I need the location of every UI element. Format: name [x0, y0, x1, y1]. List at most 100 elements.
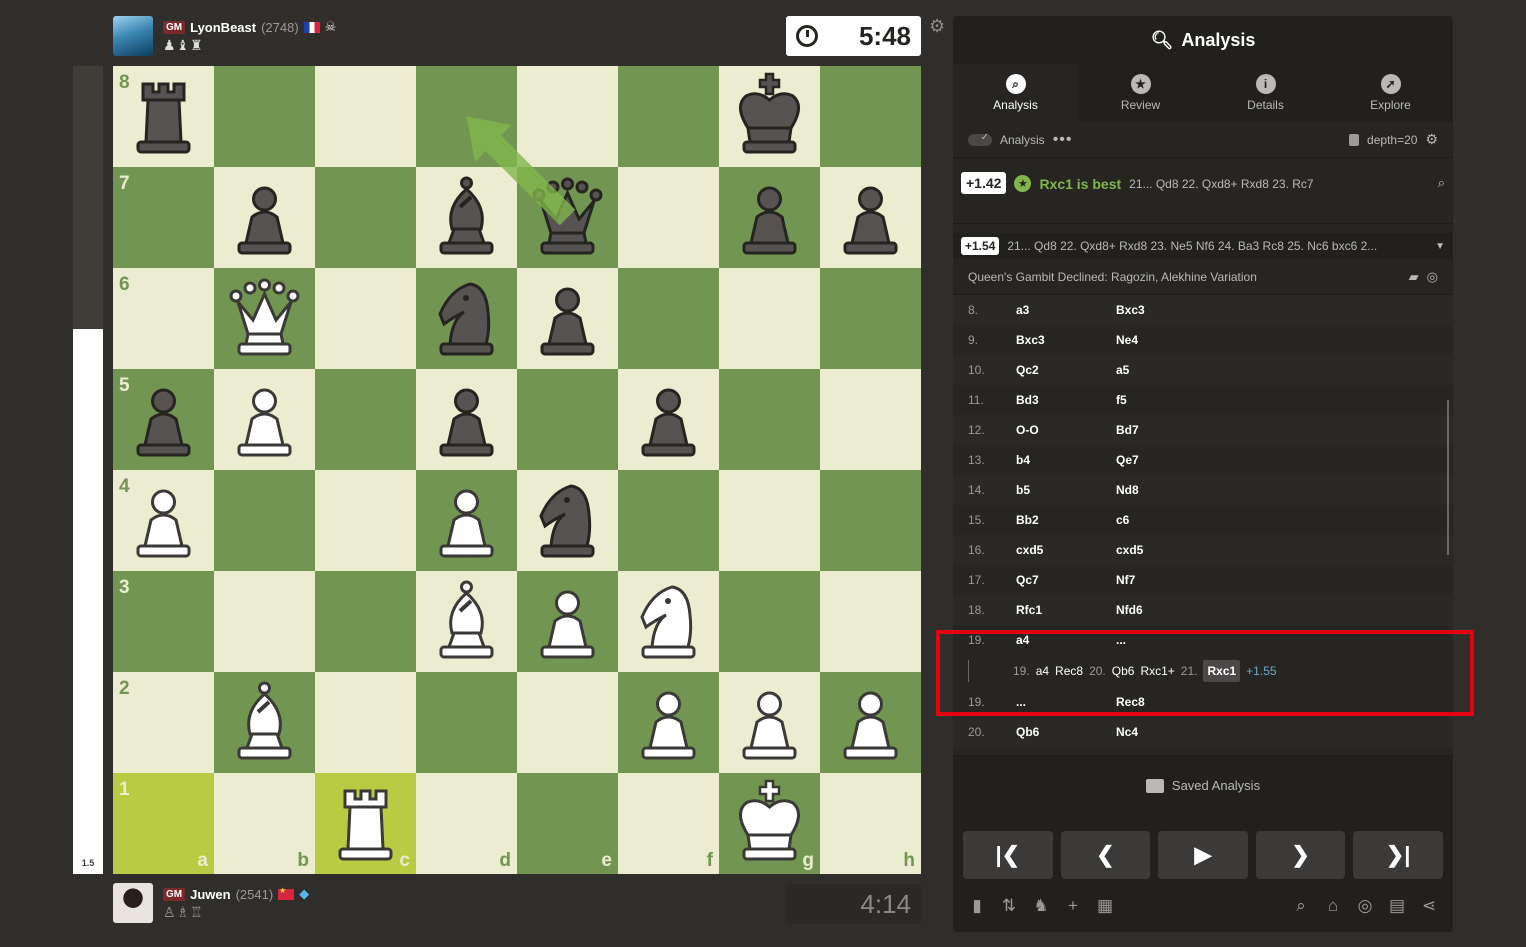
top-player-avatar[interactable]: [113, 16, 153, 56]
square-g6[interactable]: [719, 268, 820, 369]
square-f7[interactable]: [618, 167, 719, 268]
square-g5[interactable]: [719, 369, 820, 470]
black-knight-icon[interactable]: [416, 268, 517, 369]
square-a1[interactable]: 1a: [113, 773, 214, 874]
black-bishop-icon[interactable]: [416, 167, 517, 268]
move-list[interactable]: 8. a3 Bxc3 9. Bxc3 Ne4 10. Qc2 a5 11. Bd3 f5 12. O-O B…: [953, 295, 1453, 755]
white-move[interactable]: a4: [1016, 633, 1116, 647]
square-g3[interactable]: [719, 571, 820, 672]
chess-board[interactable]: 87654321abcdefgh: [113, 66, 921, 874]
square-c4[interactable]: [315, 470, 416, 571]
variation-move[interactable]: Qb6: [1112, 664, 1135, 678]
black-move[interactable]: Nfd6: [1116, 603, 1216, 617]
last-move-button[interactable]: ❯|: [1353, 831, 1443, 879]
square-f1[interactable]: f: [618, 773, 719, 874]
square-g4[interactable]: [719, 470, 820, 571]
square-c7[interactable]: [315, 167, 416, 268]
square-d1[interactable]: d: [416, 773, 517, 874]
square-h5[interactable]: [820, 369, 921, 470]
white-move[interactable]: Qc7: [1016, 573, 1116, 587]
black-pawn-icon[interactable]: [719, 167, 820, 268]
black-pawn-icon[interactable]: [517, 268, 618, 369]
engine-settings-gear-icon[interactable]: ⚙: [1425, 131, 1438, 148]
white-pawn-icon[interactable]: [214, 369, 315, 470]
black-move[interactable]: Nd8: [1116, 483, 1216, 497]
white-pawn-icon[interactable]: [820, 672, 921, 773]
add-icon[interactable]: +: [1063, 896, 1083, 916]
square-f4[interactable]: [618, 470, 719, 571]
white-knight-icon[interactable]: [618, 571, 719, 672]
white-pawn-icon[interactable]: [618, 672, 719, 773]
compass-icon[interactable]: ◎: [1427, 269, 1438, 285]
black-move[interactable]: cxd5: [1116, 543, 1216, 557]
square-a6[interactable]: 6: [113, 268, 214, 369]
white-move[interactable]: Rfc1: [1016, 603, 1116, 617]
first-move-button[interactable]: |❮: [963, 831, 1053, 879]
flip-board-icon[interactable]: ⇅: [999, 896, 1019, 916]
square-h1[interactable]: h: [820, 773, 921, 874]
best-move-line[interactable]: 21... Qd8 22. Qxd8+ Rxd8 23. Rc7: [1129, 177, 1313, 191]
white-move[interactable]: Qc2: [1016, 363, 1116, 377]
square-c3[interactable]: [315, 571, 416, 672]
square-d2[interactable]: [416, 672, 517, 773]
previous-move-button[interactable]: ❮: [1060, 831, 1151, 879]
white-king-icon[interactable]: [719, 773, 820, 874]
square-e1[interactable]: e: [517, 773, 618, 874]
white-pawn-icon[interactable]: [719, 672, 820, 773]
share-icon[interactable]: ⋖: [1419, 896, 1439, 916]
black-pawn-icon[interactable]: [820, 167, 921, 268]
tab-review[interactable]: ★ Review: [1078, 64, 1203, 122]
square-h6[interactable]: [820, 268, 921, 369]
white-rook-icon[interactable]: [315, 773, 416, 874]
black-pawn-icon[interactable]: [416, 369, 517, 470]
square-e5[interactable]: [517, 369, 618, 470]
show-line-search-icon[interactable]: ⌕: [1438, 175, 1445, 191]
square-h8[interactable]: [820, 66, 921, 167]
white-move[interactable]: Bd3: [1016, 393, 1116, 407]
board-plus-icon[interactable]: ▦: [1095, 896, 1115, 916]
black-move[interactable]: Bd7: [1116, 423, 1216, 437]
book-icon[interactable]: ▰: [1409, 269, 1419, 285]
white-queen-icon[interactable]: [214, 268, 315, 369]
square-c2[interactable]: [315, 672, 416, 773]
white-move[interactable]: cxd5: [1016, 543, 1116, 557]
bottom-player-name[interactable]: Juwen: [190, 887, 230, 902]
saved-analysis-button[interactable]: Saved Analysis: [953, 755, 1453, 815]
board-settings-gear-icon[interactable]: ⚙: [929, 16, 945, 37]
white-move[interactable]: Qb6: [1016, 725, 1116, 739]
square-a3[interactable]: 3: [113, 571, 214, 672]
square-f6[interactable]: [618, 268, 719, 369]
variation-move[interactable]: Rxc1+: [1140, 664, 1174, 678]
play-button[interactable]: ▶: [1158, 831, 1248, 879]
square-e8[interactable]: [517, 66, 618, 167]
black-pawn-icon[interactable]: [113, 369, 214, 470]
square-b8[interactable]: [214, 66, 315, 167]
white-move[interactable]: b5: [1016, 483, 1116, 497]
square-e2[interactable]: [517, 672, 618, 773]
black-move[interactable]: c6: [1116, 513, 1216, 527]
black-pawn-icon[interactable]: [214, 167, 315, 268]
square-c8[interactable]: [315, 66, 416, 167]
black-move[interactable]: Nc4: [1116, 725, 1216, 739]
tab-analysis[interactable]: ⌕ Analysis: [953, 64, 1078, 122]
white-bishop-icon[interactable]: [416, 571, 517, 672]
tab-explore[interactable]: ➚ Explore: [1328, 64, 1453, 122]
next-move-button[interactable]: ❯: [1255, 831, 1346, 879]
white-move[interactable]: Bxc3: [1016, 333, 1116, 347]
square-b4[interactable]: [214, 470, 315, 571]
black-move[interactable]: Nf7: [1116, 573, 1216, 587]
black-king-icon[interactable]: [719, 66, 820, 167]
folder-icon[interactable]: ▤: [1387, 896, 1407, 916]
black-move[interactable]: Qe7: [1116, 453, 1216, 467]
black-move[interactable]: a5: [1116, 363, 1216, 377]
white-pawn-icon[interactable]: [416, 470, 517, 571]
white-move[interactable]: O-O: [1016, 423, 1116, 437]
move-list-scrollbar[interactable]: [1447, 400, 1449, 555]
black-queen-icon[interactable]: [517, 167, 618, 268]
black-pawn-icon[interactable]: [618, 369, 719, 470]
white-move[interactable]: b4: [1016, 453, 1116, 467]
piece-setup-icon[interactable]: ♞: [1031, 896, 1051, 916]
variation-move[interactable]: Rec8: [1055, 664, 1083, 678]
square-h3[interactable]: [820, 571, 921, 672]
target-icon[interactable]: ◎: [1355, 896, 1375, 916]
